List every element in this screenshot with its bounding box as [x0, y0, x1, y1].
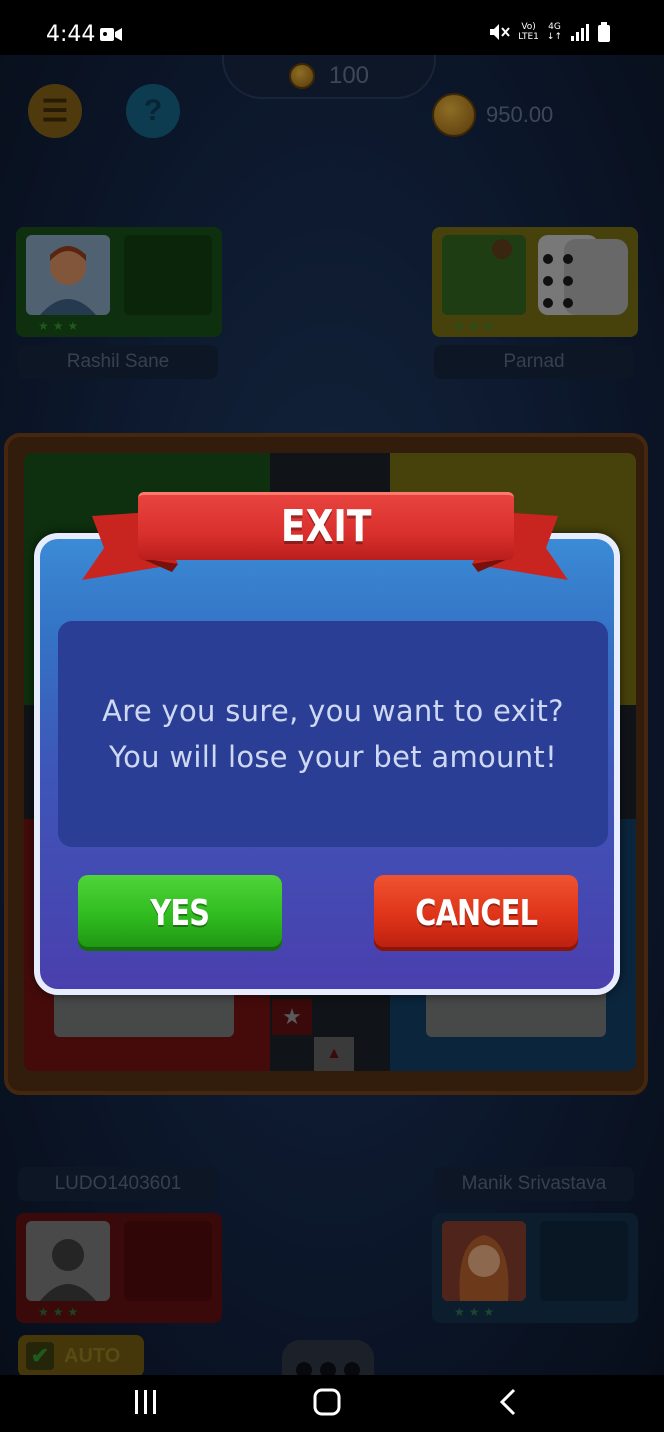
- exit-title-ribbon: EXIT: [82, 492, 568, 588]
- video-camera-icon: [100, 28, 122, 41]
- status-icons: Vo) LTE1 4G ↓↑: [488, 22, 610, 42]
- yes-button[interactable]: YES: [78, 875, 282, 951]
- dialog-title-text: EXIT: [280, 500, 372, 552]
- exit-dialog: Are you sure, you want to exit? You will…: [34, 533, 620, 995]
- home-icon[interactable]: [312, 1387, 342, 1417]
- exit-message-line1: Are you sure, you want to exit?: [102, 694, 564, 728]
- volte-label: Vo): [521, 22, 536, 32]
- cancel-label: CANCEL: [415, 892, 538, 934]
- status-time: 4:44: [46, 22, 96, 47]
- network-type-label: 4G: [548, 22, 561, 32]
- lte-label: LTE1: [518, 32, 539, 42]
- exit-message-box: Are you sure, you want to exit? You will…: [58, 621, 608, 847]
- recent-apps-icon[interactable]: [132, 1387, 160, 1417]
- back-icon[interactable]: [496, 1387, 520, 1417]
- cancel-button[interactable]: CANCEL: [374, 875, 578, 951]
- data-indicator: 4G ↓↑: [547, 22, 562, 42]
- battery-icon: [598, 22, 610, 42]
- system-navigation-bar: [0, 1375, 664, 1432]
- signal-icon: [571, 24, 589, 41]
- data-arrows-label: ↓↑: [546, 32, 562, 42]
- mute-icon: [490, 24, 510, 40]
- volte-indicator: Vo) LTE1: [518, 22, 539, 42]
- dialog-title: EXIT: [138, 494, 514, 558]
- exit-message-line2: You will lose your bet amount!: [108, 740, 558, 774]
- yes-label: YES: [150, 892, 211, 934]
